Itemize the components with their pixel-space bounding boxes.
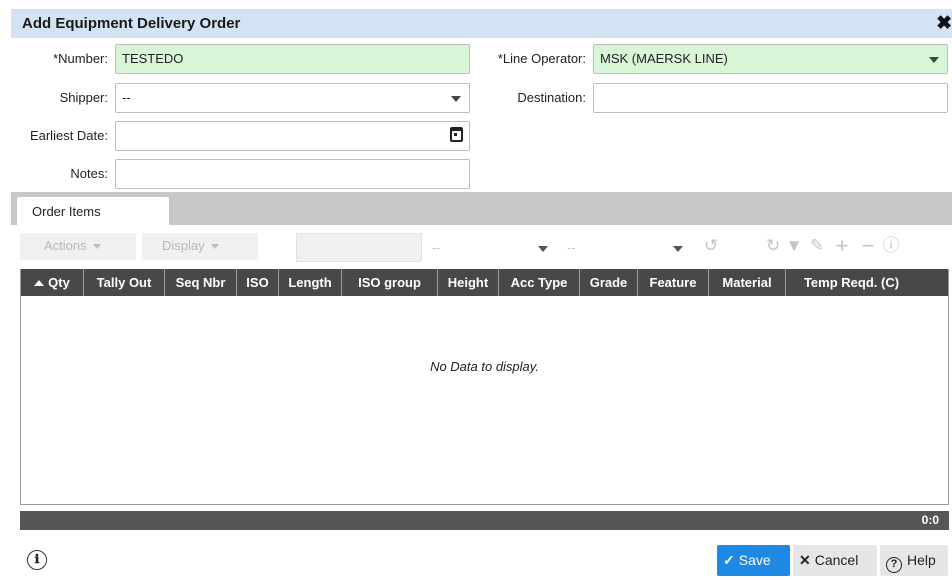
column-header-feature[interactable]: Feature <box>638 269 709 296</box>
column-header-acc-type[interactable]: Acc Type <box>499 269 580 296</box>
empty-grid-message: No Data to display. <box>430 359 539 374</box>
column-header-qty[interactable]: Qty <box>21 269 84 296</box>
number-value: TESTEDO <box>122 51 184 66</box>
tab-order-items[interactable]: Order Items <box>17 197 169 225</box>
help-icon[interactable]: ⓘ <box>882 237 900 255</box>
remove-icon[interactable]: − <box>859 235 877 257</box>
sort-ascending-icon <box>34 280 45 286</box>
display-label: Display <box>162 238 205 253</box>
column-header-temp-reqd[interactable]: Temp Reqd. (C) <box>786 269 917 296</box>
grid-header-row: Qty Tally Out Seq Nbr ISO Length ISO gro… <box>21 269 948 296</box>
help-label: Help <box>907 552 936 568</box>
earliest-date-field[interactable] <box>115 121 470 151</box>
chevron-down-icon[interactable] <box>443 84 469 112</box>
chevron-down-icon[interactable] <box>921 45 947 73</box>
column-header-tally-out[interactable]: Tally Out <box>84 269 165 296</box>
tab-strip: Order Items <box>11 192 952 225</box>
shipper-select[interactable]: -- <box>115 83 470 113</box>
save-button[interactable]: ✓ Save <box>717 545 790 576</box>
add-icon[interactable]: + <box>833 235 851 257</box>
filter-select-2[interactable]: -- <box>561 233 691 262</box>
filter-select-1[interactable]: -- <box>426 233 556 262</box>
column-header-seq-nbr[interactable]: Seq Nbr <box>165 269 237 296</box>
caret-down-icon <box>210 244 219 250</box>
display-menu-button[interactable]: Display <box>142 233 258 260</box>
filter-select-2-value: -- <box>567 240 576 255</box>
column-header-material[interactable]: Material <box>709 269 786 296</box>
checkmark-icon: ✓ <box>723 552 735 568</box>
chevron-down-icon <box>538 246 548 252</box>
refresh-icon[interactable]: ↻ <box>764 237 782 255</box>
question-circle-icon: ? <box>886 557 902 573</box>
earliest-date-label: Earliest Date: <box>29 128 108 143</box>
cancel-label: Cancel <box>814 552 859 568</box>
column-header-iso-group[interactable]: ISO group <box>342 269 438 296</box>
order-items-grid: Qty Tally Out Seq Nbr ISO Length ISO gro… <box>20 269 949 505</box>
destination-label: Destination: <box>517 90 586 105</box>
column-header-iso[interactable]: ISO <box>237 269 279 296</box>
filter-input[interactable] <box>296 233 422 262</box>
record-count: 0:0 <box>921 513 939 527</box>
line-operator-label: *Line Operator: <box>497 51 586 66</box>
notes-field[interactable] <box>115 159 470 189</box>
shipper-value: -- <box>122 90 131 105</box>
chevron-down-icon <box>673 246 683 252</box>
info-icon[interactable]: ℹ <box>27 550 47 570</box>
cancel-button[interactable]: ✕ Cancel <box>793 545 877 576</box>
dialog-title-bar: Add Equipment Delivery Order ✖ <box>11 9 952 38</box>
caret-down-icon <box>92 244 101 250</box>
close-icon[interactable]: ✖ <box>936 12 952 35</box>
grid-toolbar: Actions Display -- -- ↺ ↻ ▼ ✎ + − ⓘ <box>20 231 952 263</box>
line-operator-select[interactable]: MSK (MAERSK LINE) <box>593 44 948 74</box>
actions-menu-button[interactable]: Actions <box>20 233 136 260</box>
column-header-grade[interactable]: Grade <box>580 269 638 296</box>
calendar-icon[interactable] <box>450 127 463 142</box>
edit-icon[interactable]: ✎ <box>808 237 826 255</box>
actions-label: Actions <box>44 238 87 253</box>
column-header-height[interactable]: Height <box>438 269 499 296</box>
line-operator-value: MSK (MAERSK LINE) <box>600 51 728 66</box>
destination-field[interactable] <box>593 83 948 113</box>
dialog-title: Add Equipment Delivery Order <box>22 15 241 32</box>
help-button[interactable]: ? Help <box>880 545 948 576</box>
history-icon[interactable]: ↺ <box>702 237 720 255</box>
notes-label: Notes: <box>70 166 108 181</box>
add-equipment-delivery-order-dialog: Add Equipment Delivery Order ✖ *Number: … <box>0 0 952 580</box>
shipper-label: Shipper: <box>59 90 108 105</box>
filter-select-1-value: -- <box>432 240 441 255</box>
number-field[interactable]: TESTEDO <box>115 44 470 74</box>
save-label: Save <box>738 552 771 568</box>
close-x-icon: ✕ <box>799 552 811 568</box>
number-label: *Number: <box>53 51 108 66</box>
filter-icon[interactable]: ▼ <box>785 237 803 255</box>
column-header-length[interactable]: Length <box>279 269 342 296</box>
grid-pager: 0:0 <box>20 511 949 530</box>
